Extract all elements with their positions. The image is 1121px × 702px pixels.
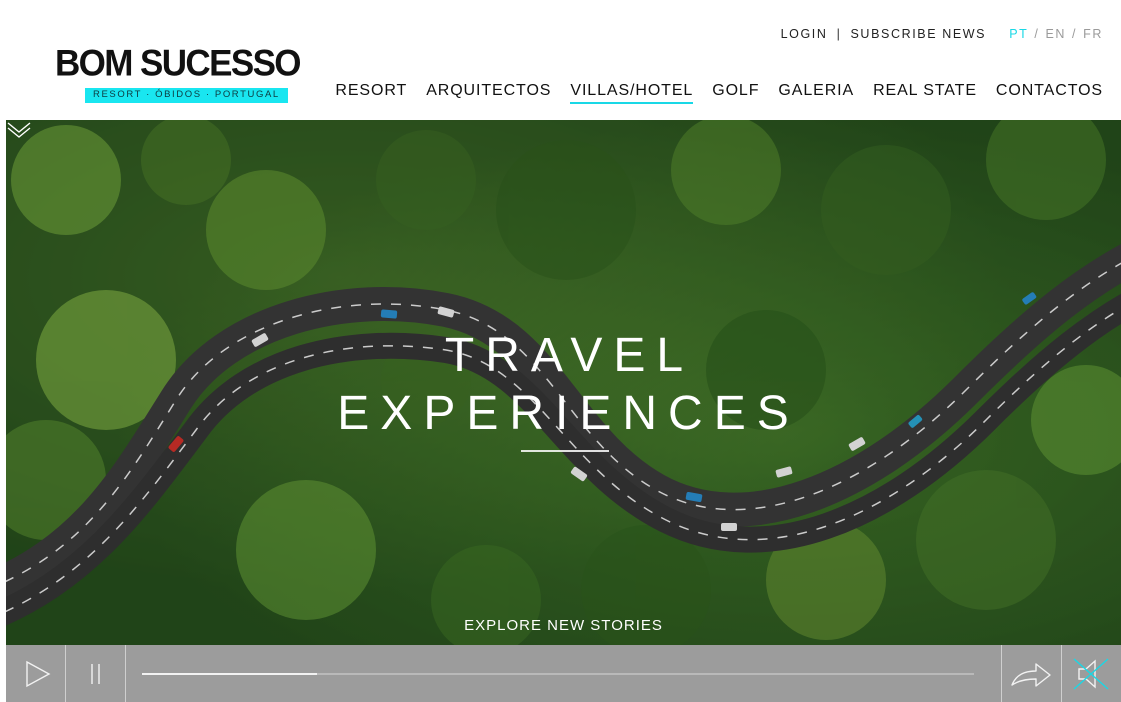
nav-item-real-state[interactable]: REAL STATE <box>873 82 977 104</box>
nav-item-contactos[interactable]: CONTACTOS <box>996 82 1103 104</box>
progress-fill <box>142 673 317 675</box>
hero-divider <box>521 450 609 452</box>
share-icon <box>1011 663 1051 687</box>
hero-title-line1: TRAVEL <box>444 329 695 382</box>
subscribe-news-link[interactable]: SUBSCRIBE NEWS <box>851 27 987 41</box>
progress-bar[interactable] <box>142 673 974 675</box>
lang-divider: / <box>1072 27 1078 41</box>
nav-item-resort[interactable]: RESORT <box>335 82 407 104</box>
video-player-bar <box>6 645 1121 702</box>
nav-item-golf[interactable]: GOLF <box>712 82 759 104</box>
pause-button[interactable] <box>66 645 126 702</box>
nav-item-villas-hotel[interactable]: VILLAS/HOTEL <box>570 82 694 104</box>
hero-video: TRAVEL EXPERIENCES EXPLORE NEW STORIES <box>6 120 1121 645</box>
lang-pt[interactable]: PT <box>1009 27 1028 41</box>
play-button[interactable] <box>6 645 66 702</box>
pause-icon <box>91 664 100 684</box>
explore-stories-link[interactable]: EXPLORE NEW STORIES <box>6 617 1121 634</box>
logo[interactable]: BOM SUCESSO RESORT · ÓBIDOS · PORTUGAL <box>55 43 307 103</box>
site-header: BOM SUCESSO RESORT · ÓBIDOS · PORTUGAL L… <box>6 6 1121 120</box>
lang-divider: / <box>1034 27 1040 41</box>
nav-item-galeria[interactable]: GALERIA <box>778 82 854 104</box>
play-icon <box>26 660 51 688</box>
login-link[interactable]: LOGIN <box>781 27 828 41</box>
nav-item-arquitectos[interactable]: ARQUITECTOS <box>426 82 551 104</box>
lang-en[interactable]: EN <box>1045 27 1066 41</box>
lang-fr[interactable]: FR <box>1083 27 1103 41</box>
hero-title-line2: EXPERIENCES <box>337 387 800 440</box>
share-button[interactable] <box>1001 645 1061 702</box>
top-utility-bar: LOGIN | SUBSCRIBE NEWS PT / EN / FR <box>781 27 1103 41</box>
logo-tagline: RESORT · ÓBIDOS · PORTUGAL <box>85 88 288 103</box>
mute-icon <box>1073 658 1109 690</box>
chevron-down-icon[interactable] <box>6 120 32 138</box>
main-nav: RESORT ARQUITECTOS VILLAS/HOTEL GOLF GAL… <box>316 82 1103 104</box>
mute-button[interactable] <box>1061 645 1121 702</box>
topbar-separator: | <box>836 27 842 41</box>
language-switcher: PT / EN / FR <box>1009 27 1103 41</box>
logo-wordmark: BOM SUCESSO <box>55 43 302 84</box>
